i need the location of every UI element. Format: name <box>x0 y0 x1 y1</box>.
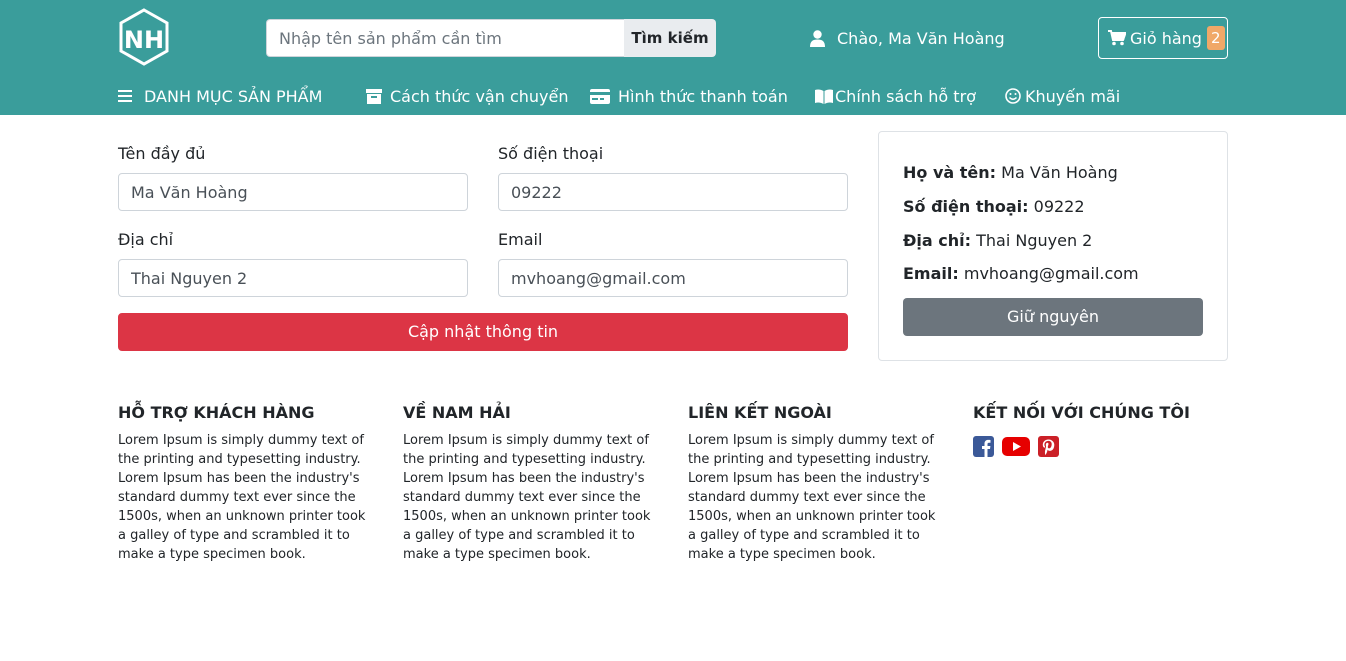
nav-promotion[interactable]: Khuyến mãi <box>1005 84 1120 108</box>
user-icon <box>810 29 825 47</box>
facebook-icon[interactable] <box>973 436 994 457</box>
credit-card-icon <box>590 88 610 104</box>
cart-button[interactable]: Giỏ hàng 2 <box>1098 17 1228 59</box>
summary-phone-value: 09222 <box>1033 197 1085 216</box>
footer-connect-title: KẾT NỐI VỚI CHÚNG TÔI <box>973 403 1190 422</box>
summary-fullname-value: Ma Văn Hoàng <box>1001 163 1118 182</box>
keep-unchanged-button[interactable]: Giữ nguyên <box>903 298 1203 336</box>
footer-links: LIÊN KẾT NGOÀI Lorem Ipsum is simply dum… <box>688 402 943 564</box>
footer-support-text: Lorem Ipsum is simply dummy text of the … <box>118 433 366 562</box>
main-nav: DANH MỤC SẢN PHẨM Cách thức vận chuyển H… <box>0 84 1346 108</box>
summary-address-value: Thai Nguyen 2 <box>976 231 1093 250</box>
nav-promotion-label: Khuyến mãi <box>1025 86 1121 106</box>
user-greeting[interactable]: Chào, Ma Văn Hoàng <box>810 27 1005 49</box>
nav-categories[interactable]: DANH MỤC SẢN PHẨM <box>118 84 322 108</box>
social-links <box>973 436 1228 457</box>
address-label: Địa chỉ <box>118 230 174 249</box>
email-input[interactable] <box>498 259 848 297</box>
footer-links-text: Lorem Ipsum is simply dummy text of the … <box>688 433 936 562</box>
cart-count-badge: 2 <box>1206 26 1225 50</box>
search-input[interactable] <box>266 19 624 57</box>
book-icon <box>815 88 833 104</box>
footer-support: HỖ TRỢ KHÁCH HÀNG Lorem Ipsum is simply … <box>118 402 373 564</box>
fullname-input[interactable] <box>118 173 468 211</box>
email-label: Email <box>498 230 543 249</box>
header: NH Tìm kiếm Chào, Ma Văn Hoàng Giỏ hàng … <box>0 0 1346 115</box>
summary-email-label: Email: <box>903 264 959 283</box>
footer-links-title: LIÊN KẾT NGOÀI <box>688 403 832 422</box>
address-input[interactable] <box>118 259 468 297</box>
footer-support-title: HỖ TRỢ KHÁCH HÀNG <box>118 403 315 422</box>
summary-fullname-label: Họ và tên: <box>903 163 997 182</box>
nav-shipping-label: Cách thức vận chuyển <box>390 86 569 106</box>
nav-shipping[interactable]: Cách thức vận chuyển <box>366 84 568 108</box>
menu-icon <box>118 90 132 102</box>
footer-about-title: VỀ NAM HẢI <box>403 403 511 422</box>
archive-icon <box>366 88 382 104</box>
summary-phone: Số điện thoại: 09222 <box>903 197 1085 216</box>
footer-connect: KẾT NỐI VỚI CHÚNG TÔI <box>973 402 1228 457</box>
summary-phone-label: Số điện thoại: <box>903 197 1029 216</box>
search-button[interactable]: Tìm kiếm <box>624 19 716 57</box>
summary-address-label: Địa chỉ: <box>903 231 972 250</box>
footer-about: VỀ NAM HẢI Lorem Ipsum is simply dummy t… <box>403 402 658 564</box>
summary-email-value: mvhoang@gmail.com <box>963 264 1139 283</box>
phone-input[interactable] <box>498 173 848 211</box>
fullname-label: Tên đầy đủ <box>118 144 206 163</box>
pinterest-icon[interactable] <box>1038 436 1059 457</box>
summary-address: Địa chỉ: Thai Nguyen 2 <box>903 231 1092 250</box>
logo[interactable]: NH <box>118 8 170 66</box>
nav-payment[interactable]: Hình thức thanh toán <box>590 84 788 108</box>
youtube-icon[interactable] <box>1002 436 1030 457</box>
nav-support[interactable]: Chính sách hỗ trợ <box>815 84 976 108</box>
footer-about-text: Lorem Ipsum is simply dummy text of the … <box>403 433 651 562</box>
summary-email: Email: mvhoang@gmail.com <box>903 264 1139 283</box>
phone-label: Số điện thoại <box>498 144 604 163</box>
nav-payment-label: Hình thức thanh toán <box>618 86 788 106</box>
shopping-cart-icon <box>1108 30 1126 46</box>
summary-fullname: Họ và tên: Ma Văn Hoàng <box>903 163 1118 182</box>
svg-text:NH: NH <box>124 26 164 54</box>
profile-summary-card: Họ và tên: Ma Văn Hoàng Số điện thoại: 0… <box>878 131 1228 361</box>
smile-icon <box>1005 88 1021 104</box>
nav-categories-label: DANH MỤC SẢN PHẨM <box>144 86 323 106</box>
nav-support-label: Chính sách hỗ trợ <box>835 86 976 106</box>
greeting-text: Chào, Ma Văn Hoàng <box>837 28 1005 48</box>
update-info-button[interactable]: Cập nhật thông tin <box>118 313 848 351</box>
cart-label: Giỏ hàng <box>1130 28 1202 48</box>
